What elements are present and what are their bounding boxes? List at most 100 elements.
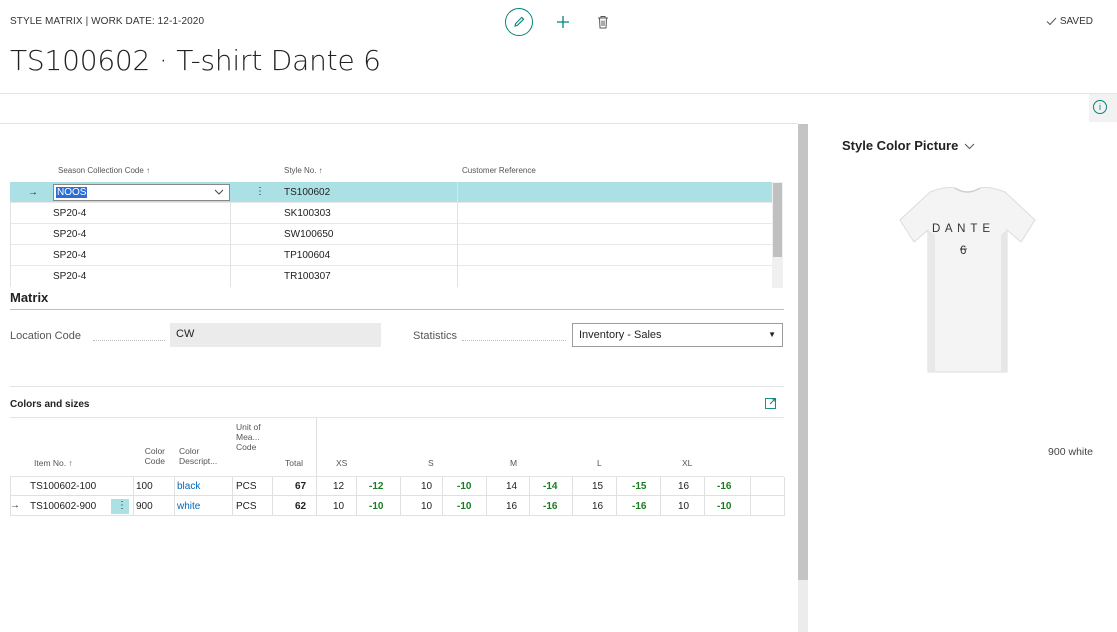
picture-caption: 900 white xyxy=(1048,446,1093,458)
stat-s: -10 xyxy=(457,481,472,492)
stat-xl: -16 xyxy=(717,481,732,492)
tshirt-image xyxy=(899,187,1036,373)
column-header-uom[interactable]: Unit of Mea... Code xyxy=(236,422,270,452)
season-list: → NOOS ⋮ TS100602 SP20-4 SK100303 SP20-4… xyxy=(10,182,772,287)
pane-splitter-scrollbar[interactable] xyxy=(798,124,808,632)
add-button[interactable] xyxy=(553,12,573,32)
qty-l[interactable]: 16 xyxy=(592,501,603,512)
uom[interactable]: PCS xyxy=(236,501,257,512)
edit-button[interactable] xyxy=(505,8,533,36)
column-divider xyxy=(529,477,530,516)
column-divider xyxy=(457,224,458,245)
statistics-select[interactable]: Inventory - Sales ▼ xyxy=(572,323,783,347)
save-status: SAVED xyxy=(1046,16,1093,27)
row-menu-icon[interactable]: ⋮ xyxy=(255,186,265,197)
stat-l: -16 xyxy=(632,501,647,512)
qty-xl[interactable]: 16 xyxy=(678,481,689,492)
qty-xl[interactable]: 10 xyxy=(678,501,689,512)
location-code-field[interactable]: CW xyxy=(170,323,381,347)
stat-xs: -12 xyxy=(369,481,384,492)
style-no[interactable]: TS100602 xyxy=(284,187,330,198)
qty-s[interactable]: 10 xyxy=(421,501,432,512)
list-item[interactable]: → NOOS ⋮ TS100602 xyxy=(10,182,772,203)
list-item[interactable]: SP20-4 SW100650 xyxy=(10,224,772,245)
column-divider xyxy=(230,203,231,224)
style-no[interactable]: SW100650 xyxy=(284,229,333,240)
action-bar xyxy=(505,8,613,36)
table-row[interactable]: TS100602-100 100 black PCS 67 12 -12 10 … xyxy=(10,477,784,496)
column-divider xyxy=(133,477,134,516)
season-code[interactable]: SP20-4 xyxy=(53,250,86,261)
style-no[interactable]: TP100604 xyxy=(284,250,330,261)
style-no[interactable]: TR100307 xyxy=(284,271,331,282)
style-color-picture-title: Style Color Picture xyxy=(842,138,959,153)
column-header-l: L xyxy=(597,458,602,468)
divider xyxy=(10,309,784,310)
stat-m: -14 xyxy=(543,481,558,492)
qty-l[interactable]: 15 xyxy=(592,481,603,492)
column-header-season[interactable]: Season Collection Code ↑ xyxy=(58,166,150,175)
column-header-xl: XL xyxy=(682,458,693,468)
season-code[interactable]: SP20-4 xyxy=(53,229,86,240)
row-menu-icon: ⋮ xyxy=(117,500,127,511)
list-scrollbar-thumb[interactable] xyxy=(773,183,782,257)
qty-xs[interactable]: 12 xyxy=(333,481,344,492)
column-header-item-no[interactable]: Item No. ↑ xyxy=(34,458,73,468)
column-divider xyxy=(572,477,573,516)
qty-xs[interactable]: 10 xyxy=(333,501,344,512)
leader-dots xyxy=(462,340,566,341)
column-divider xyxy=(232,477,233,516)
season-code[interactable]: SP20-4 xyxy=(53,208,86,219)
season-code[interactable]: SP20-4 xyxy=(53,271,86,282)
style-no[interactable]: SK100303 xyxy=(284,208,331,219)
column-header-xs: XS xyxy=(336,458,348,468)
season-code-value[interactable]: NOOS xyxy=(56,187,88,198)
list-item[interactable]: SP20-4 SK100303 xyxy=(10,203,772,224)
qty-m[interactable]: 16 xyxy=(506,501,517,512)
uom[interactable]: PCS xyxy=(236,481,257,492)
color-desc-link[interactable]: white xyxy=(177,501,200,512)
pane-scrollbar-track[interactable] xyxy=(798,580,808,632)
column-divider xyxy=(400,477,401,516)
column-divider xyxy=(784,477,785,516)
total: 62 xyxy=(295,501,307,512)
leader-dots xyxy=(93,340,165,341)
divider xyxy=(0,123,798,124)
total: 67 xyxy=(295,481,307,492)
list-item[interactable]: SP20-4 TR100307 xyxy=(10,266,772,287)
divider xyxy=(10,386,784,387)
qty-m[interactable]: 14 xyxy=(506,481,517,492)
column-header-color-desc[interactable]: Color Descript... xyxy=(179,446,223,466)
color-desc-link[interactable]: black xyxy=(177,481,200,492)
delete-button[interactable] xyxy=(593,12,613,32)
column-divider xyxy=(442,477,443,516)
column-header-color-code[interactable]: Color Code xyxy=(137,446,165,466)
edit-icon xyxy=(514,16,525,27)
column-divider xyxy=(272,477,273,516)
list-item[interactable]: SP20-4 TP100604 xyxy=(10,245,772,266)
column-header-total[interactable]: Total xyxy=(285,458,303,468)
style-color-picture-header[interactable]: Style Color Picture xyxy=(842,138,975,153)
column-header-customer-ref[interactable]: Customer Reference xyxy=(462,166,536,175)
row-menu-button[interactable]: ⋮ xyxy=(111,499,129,514)
item-no[interactable]: TS100602-900 xyxy=(30,501,96,512)
qty-s[interactable]: 10 xyxy=(421,481,432,492)
info-icon[interactable]: i xyxy=(1093,100,1107,114)
divider xyxy=(0,93,1117,94)
table-row[interactable]: → TS100602-900 ⋮ 900 white PCS 62 10 -10… xyxy=(10,497,784,516)
tshirt-print-text: D A N T E xyxy=(932,223,992,235)
column-divider xyxy=(10,224,11,245)
stat-m: -16 xyxy=(543,501,558,512)
stat-l: -15 xyxy=(632,481,647,492)
column-divider xyxy=(750,477,751,516)
chevron-down-icon[interactable] xyxy=(214,189,224,195)
column-divider xyxy=(660,477,661,516)
item-no[interactable]: TS100602-100 xyxy=(30,481,96,492)
column-divider xyxy=(616,477,617,516)
section-title-matrix[interactable]: Matrix xyxy=(10,290,48,305)
expand-icon[interactable] xyxy=(765,398,776,409)
column-divider xyxy=(486,477,487,516)
column-header-style[interactable]: Style No. ↑ xyxy=(284,166,323,175)
color-code[interactable]: 100 xyxy=(136,481,153,492)
color-code[interactable]: 900 xyxy=(136,501,153,512)
